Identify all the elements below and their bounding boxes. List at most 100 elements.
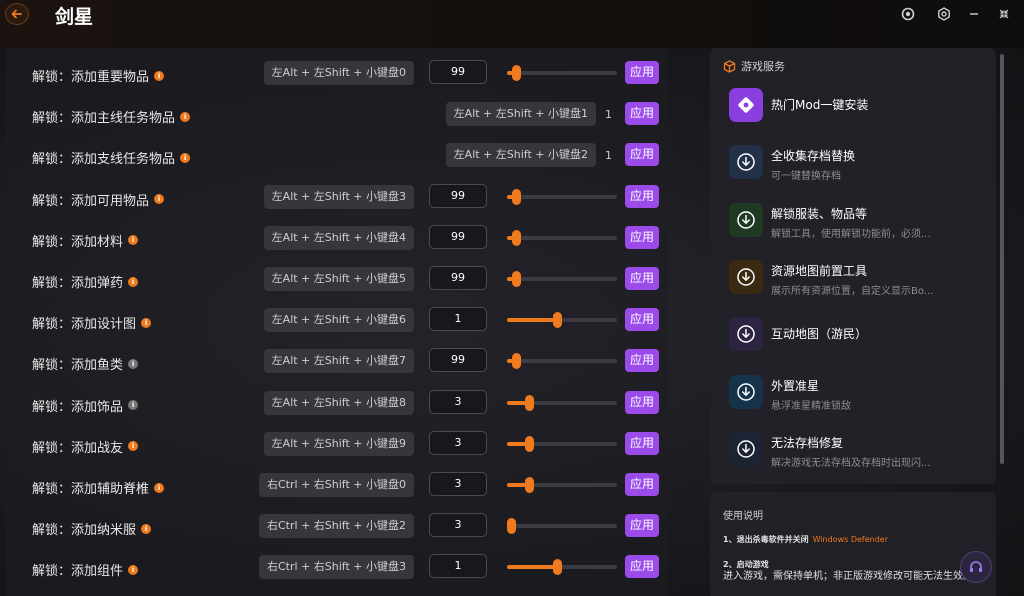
cheat-label: 解锁：添加战友 i xyxy=(32,437,139,456)
info-icon[interactable]: i xyxy=(128,358,139,369)
info-icon[interactable]: i xyxy=(180,111,191,122)
slider-thumb[interactable] xyxy=(511,229,521,246)
cheat-label: 解锁：添加辅助脊椎 i xyxy=(32,478,165,497)
info-icon[interactable]: i xyxy=(128,276,139,287)
cheat-label: 解锁：添加组件 i xyxy=(32,560,139,579)
value-slider[interactable] xyxy=(507,65,617,81)
scrollbar[interactable] xyxy=(1000,54,1004,464)
service-item[interactable]: 外置准星 悬浮准星精准锁敌 xyxy=(729,375,989,419)
hotkey-label[interactable]: 左Alt + 左Shift + 小键盘4 xyxy=(263,225,414,250)
hotkey-label[interactable]: 左Alt + 左Shift + 小键盘0 xyxy=(263,61,414,85)
service-subtitle: 解决游戏无法存档及存档时出现闪... xyxy=(771,458,931,469)
slider-thumb[interactable] xyxy=(511,65,521,81)
minimize-button[interactable] xyxy=(965,5,983,23)
value-slider[interactable] xyxy=(507,229,617,246)
value-input[interactable]: 3 xyxy=(429,389,487,414)
info-icon[interactable]: i xyxy=(154,482,165,493)
cheat-row: 解锁：添加材料 i 左Alt + 左Shift + 小键盘4 99 应用 xyxy=(6,220,668,261)
value-slider[interactable] xyxy=(507,435,617,452)
slider-thumb[interactable] xyxy=(507,518,516,535)
slider-thumb[interactable] xyxy=(511,188,521,205)
value-slider[interactable] xyxy=(507,518,617,535)
info-icon[interactable]: i xyxy=(141,523,152,534)
apply-button[interactable]: 应用 xyxy=(625,390,659,414)
hotkey-label[interactable]: 左Alt + 左Shift + 小键盘6 xyxy=(263,308,414,333)
windows-defender-link[interactable]: Windows Defender xyxy=(813,535,888,544)
value-input[interactable]: 1 xyxy=(429,307,487,332)
service-item[interactable]: 互动地图（游民） xyxy=(729,317,989,361)
value-input[interactable]: 99 xyxy=(429,60,487,84)
value-slider[interactable] xyxy=(507,271,617,287)
info-icon[interactable]: i xyxy=(128,400,139,411)
slider-thumb[interactable] xyxy=(511,271,521,287)
service-item[interactable]: 资源地图前置工具 展示所有资源位置，自定义显示Bo... xyxy=(729,260,989,304)
apply-button[interactable]: 应用 xyxy=(625,431,659,455)
value-slider[interactable] xyxy=(507,188,617,205)
apply-button[interactable]: 应用 xyxy=(625,102,659,126)
value-input[interactable]: 99 xyxy=(429,266,487,290)
service-item[interactable]: 热门Mod一键安装 xyxy=(729,88,989,132)
cheat-row: 解锁：添加饰品 i 左Alt + 左Shift + 小键盘8 3 应用 xyxy=(6,385,668,426)
shrink-button[interactable] xyxy=(995,5,1013,23)
hotkey-label[interactable]: 左Alt + 左Shift + 小键盘7 xyxy=(263,349,414,374)
hotkey-label[interactable]: 左Alt + 左Shift + 小键盘3 xyxy=(263,184,414,209)
hotkey-label[interactable]: 左Alt + 左Shift + 小键盘8 xyxy=(263,390,414,415)
slider-thumb[interactable] xyxy=(511,353,521,370)
value-slider[interactable] xyxy=(507,312,617,329)
slider-thumb[interactable] xyxy=(525,477,534,493)
hotkey-label[interactable]: 左Alt + 左Shift + 小键盘9 xyxy=(263,431,414,456)
hotkey-label[interactable]: 右Ctrl + 右Shift + 小键盘3 xyxy=(259,555,414,580)
value-input[interactable]: 99 xyxy=(429,224,487,249)
info-icon[interactable]: i xyxy=(180,152,191,163)
info-icon[interactable]: i xyxy=(141,317,152,328)
slider-thumb[interactable] xyxy=(525,435,534,452)
info-icon[interactable]: i xyxy=(128,564,139,575)
service-item[interactable]: 解锁服装、物品等 解锁工具，使用解锁功能前，必须... xyxy=(729,203,989,247)
value-input[interactable]: 1 xyxy=(429,554,487,579)
service-item[interactable]: 全收集存档替换 可一键替换存档 xyxy=(729,145,989,189)
hotkey-label[interactable]: 左Alt + 左Shift + 小键盘1 xyxy=(445,102,596,127)
service-item[interactable]: 无法存档修复 解决游戏无法存档及存档时出现闪... xyxy=(729,432,989,476)
value-input[interactable]: 99 xyxy=(429,348,487,373)
value-input[interactable]: 99 xyxy=(429,183,487,208)
hotkey-label[interactable]: 右Ctrl + 右Shift + 小键盘0 xyxy=(259,473,414,497)
support-button[interactable] xyxy=(960,551,992,583)
apply-button[interactable]: 应用 xyxy=(625,514,659,538)
cheat-label: 解锁：添加饰品 i xyxy=(32,396,139,415)
hotkey-label[interactable]: 左Alt + 左Shift + 小键盘5 xyxy=(263,267,414,291)
slider-thumb[interactable] xyxy=(552,312,562,329)
slider-thumb[interactable] xyxy=(552,559,562,576)
apply-button[interactable]: 应用 xyxy=(625,267,659,290)
back-button[interactable] xyxy=(5,3,29,25)
cheat-row: 解锁：添加辅助脊椎 i 右Ctrl + 右Shift + 小键盘0 3 应用 xyxy=(6,467,668,508)
value-slider[interactable] xyxy=(507,353,617,370)
minimize-icon xyxy=(970,13,978,15)
apply-button[interactable]: 应用 xyxy=(625,225,659,249)
account-button[interactable] xyxy=(899,5,917,23)
info-icon[interactable]: i xyxy=(128,235,139,246)
package-icon xyxy=(723,59,736,73)
apply-button[interactable]: 应用 xyxy=(625,555,659,579)
value-slider[interactable] xyxy=(507,559,617,576)
apply-button[interactable]: 应用 xyxy=(625,308,659,332)
settings-button[interactable] xyxy=(935,5,953,23)
slider-thumb[interactable] xyxy=(525,394,534,411)
apply-button[interactable]: 应用 xyxy=(625,143,659,167)
info-icon[interactable]: i xyxy=(154,194,165,205)
hotkey-label[interactable]: 右Ctrl + 右Shift + 小键盘2 xyxy=(259,514,414,539)
value-input[interactable]: 3 xyxy=(429,430,487,455)
cheat-label-text: 解锁：添加辅助脊椎 xyxy=(32,482,150,497)
apply-button[interactable]: 应用 xyxy=(625,61,659,84)
info-icon[interactable]: i xyxy=(128,441,139,452)
game-services-panel: 游戏服务 热门Mod一键安装 全收集存档替换 可一键替换存档 解锁服装、物品等 解锁工具… xyxy=(710,48,996,484)
value-input[interactable]: 3 xyxy=(429,472,487,496)
apply-button[interactable]: 应用 xyxy=(625,184,659,208)
value-slider[interactable] xyxy=(507,477,617,493)
info-icon[interactable]: i xyxy=(154,70,165,81)
value-slider[interactable] xyxy=(507,394,617,411)
apply-button[interactable]: 应用 xyxy=(625,349,659,373)
hotkey-label[interactable]: 左Alt + 左Shift + 小键盘2 xyxy=(445,143,596,168)
account-icon xyxy=(901,7,915,21)
value-input[interactable]: 3 xyxy=(429,513,487,538)
apply-button[interactable]: 应用 xyxy=(625,473,659,496)
